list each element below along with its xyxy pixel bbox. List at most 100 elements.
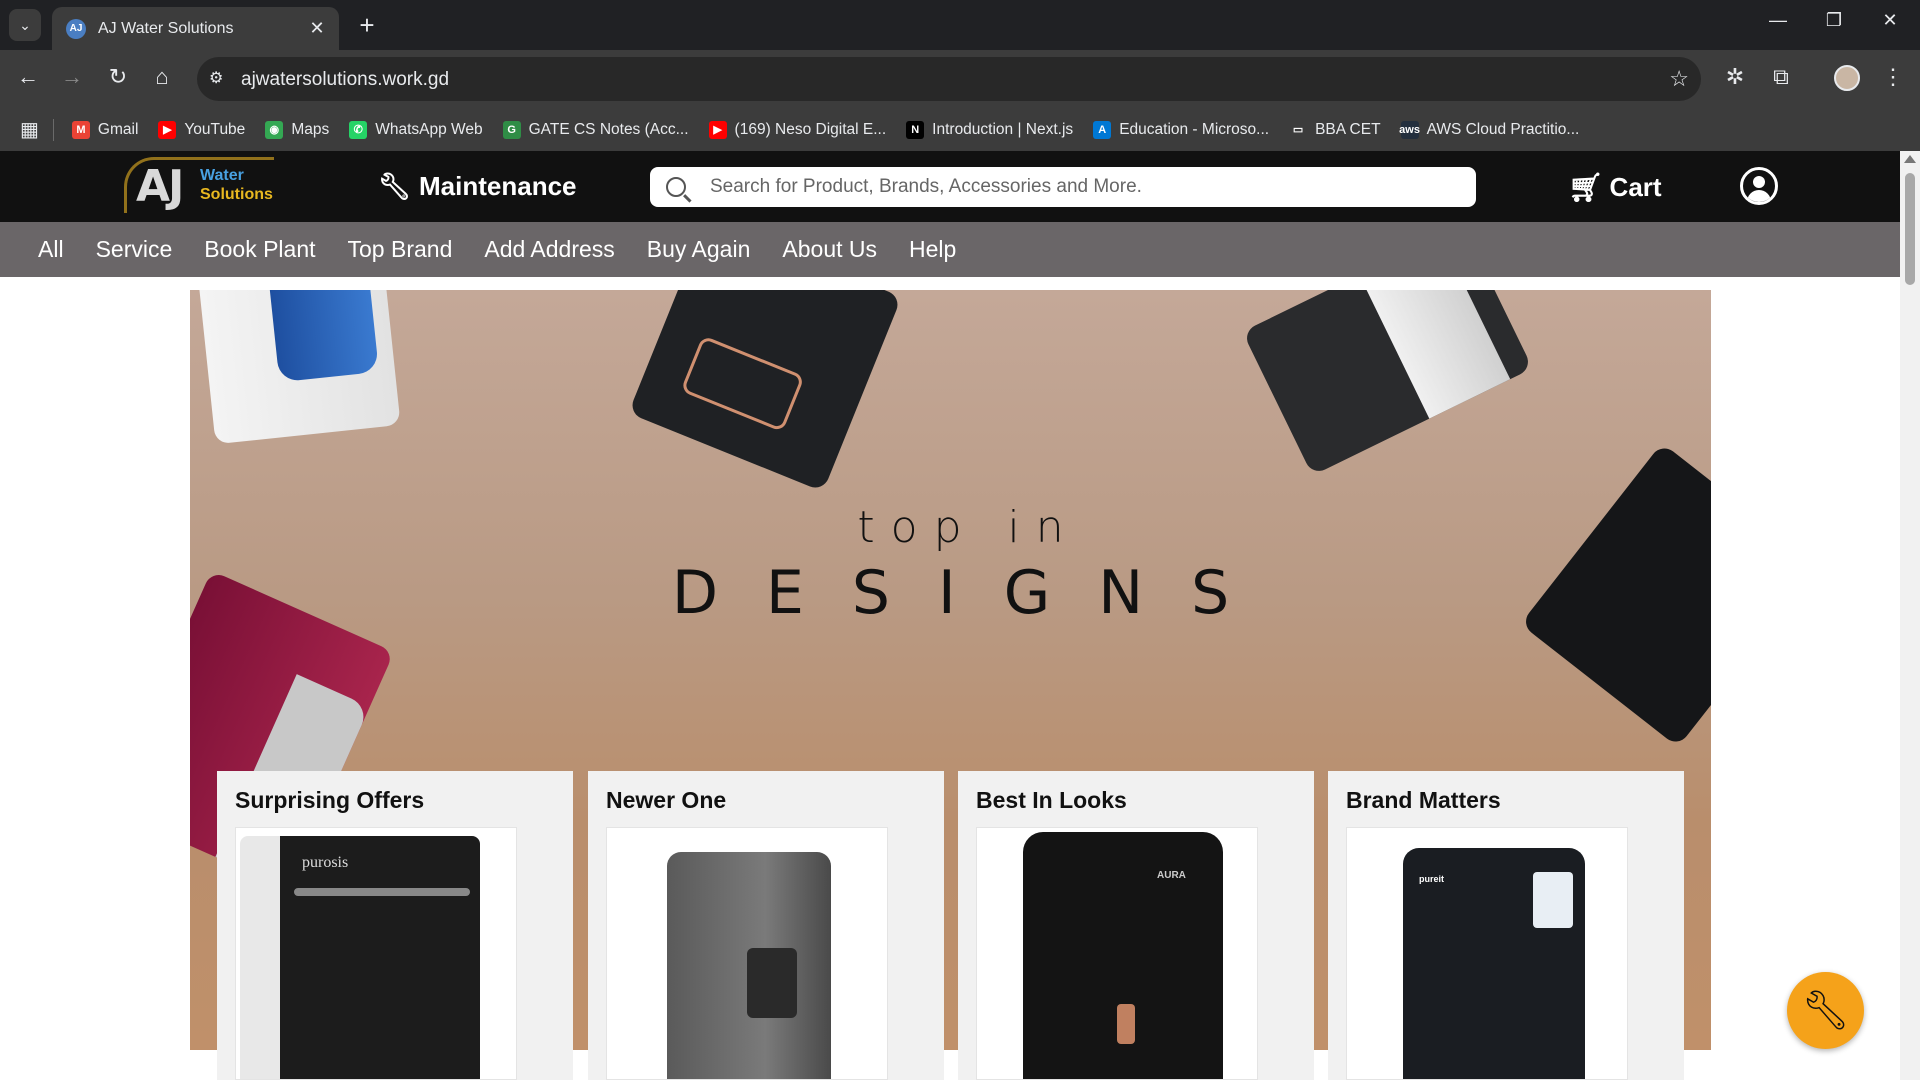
nav-buy-again[interactable]: Buy Again <box>647 236 751 263</box>
bookmark-label: Maps <box>291 120 330 138</box>
search-icon[interactable] <box>666 177 686 197</box>
tab-title: AJ Water Solutions <box>98 19 234 37</box>
bookmark-item[interactable]: aws AWS Cloud Practitio... <box>1399 120 1580 139</box>
card-brand-matters[interactable]: Brand Matters pureit <box>1328 771 1684 1080</box>
product-brand-text: AURA <box>1157 870 1186 881</box>
extension-icon[interactable]: ✲ <box>1720 64 1750 90</box>
back-icon[interactable]: ← <box>13 64 43 90</box>
restore-icon[interactable]: ❐ <box>1814 10 1854 31</box>
scroll-thumb[interactable] <box>1905 173 1915 285</box>
bookmark-label: Introduction | Next.js <box>932 120 1074 138</box>
page-scrollbar[interactable] <box>1900 151 1920 1080</box>
bookmark-item[interactable]: ▶ (169) Neso Digital E... <box>708 120 887 139</box>
minimize-icon[interactable]: — <box>1758 10 1798 31</box>
bookmark-favicon-icon: ◉ <box>265 120 284 139</box>
account-head <box>1753 176 1765 188</box>
bookmark-item[interactable]: N Introduction | Next.js <box>906 120 1074 139</box>
scroll-up-icon[interactable] <box>1904 155 1916 163</box>
product-brand-text: pureit <box>1419 874 1445 884</box>
bookmark-favicon-icon: G <box>502 120 521 139</box>
bookmark-label: GATE CS Notes (Acc... <box>528 120 689 138</box>
card-title: Surprising Offers <box>235 787 425 813</box>
wrench-icon: 🔧︎ <box>1801 989 1850 1032</box>
bookmark-favicon-icon: N <box>906 120 925 139</box>
card-product-image[interactable]: purosis <box>235 827 517 1080</box>
new-tab-button[interactable]: + <box>352 10 382 40</box>
cart-button[interactable]: 🛒︎ Cart <box>1568 171 1662 204</box>
card-newer-one[interactable]: Newer One <box>588 771 944 1080</box>
card-title: Brand Matters <box>1346 787 1501 813</box>
browser-tab[interactable]: AJ AJ Water Solutions ✕ <box>52 7 339 50</box>
bookmark-item[interactable]: ▶ YouTube <box>158 120 246 139</box>
hero-product-image <box>628 290 902 492</box>
nav-service[interactable]: Service <box>96 236 173 263</box>
bookmark-item[interactable]: M Gmail <box>71 120 138 139</box>
logo-aj-text: AJ <box>136 161 184 212</box>
bookmark-item[interactable]: ✆ WhatsApp Web <box>349 120 483 139</box>
hero-title-line2: DESIGNS <box>671 558 1278 628</box>
extensions-puzzle-icon[interactable]: ⧉ <box>1766 64 1796 90</box>
bookmark-label: WhatsApp Web <box>375 120 483 138</box>
bookmark-item[interactable]: ◉ Maps <box>265 120 330 139</box>
card-product-image[interactable]: pureit <box>1346 827 1628 1080</box>
reload-icon[interactable]: ↻ <box>103 64 133 90</box>
card-surprising-offers[interactable]: Surprising Offers purosis <box>217 771 573 1080</box>
nav-book-plant[interactable]: Book Plant <box>204 236 315 263</box>
bookmark-item[interactable]: ▭ BBA CET <box>1289 120 1381 139</box>
bookmark-label: BBA CET <box>1315 120 1381 138</box>
browser-toolbar: ← → ↻ ⌂ ⚙ ajwatersolutions.work.gd ☆ ✲ ⧉… <box>0 50 1920 108</box>
site-info-icon[interactable]: ⚙ <box>209 68 223 88</box>
nav-about-us[interactable]: About Us <box>782 236 877 263</box>
card-title: Newer One <box>606 787 727 813</box>
bookmarks-divider <box>52 118 54 141</box>
bookmark-label: YouTube <box>184 120 246 138</box>
bookmark-favicon-icon: ▶ <box>708 120 727 139</box>
card-best-in-looks[interactable]: Best In Looks AURA <box>958 771 1314 1080</box>
wrench-icon: 🔧︎ <box>378 171 412 201</box>
site-header: AJ Water Solutions 🔧︎ Maintenance 🛒︎ Car… <box>0 151 1900 222</box>
bookmark-favicon-icon: M <box>71 120 90 139</box>
tab-close-icon[interactable]: ✕ <box>303 18 331 39</box>
search-bar[interactable] <box>650 167 1476 207</box>
hero-product-image <box>1242 290 1533 476</box>
tab-search-button[interactable]: ⌄ <box>9 9 41 41</box>
hero-product-image <box>197 290 401 445</box>
browser-tabbar: ⌄ AJ AJ Water Solutions ✕ + — ❐ ✕ <box>0 0 1920 50</box>
nav-top-brand[interactable]: Top Brand <box>348 236 453 263</box>
card-product-image[interactable] <box>606 827 888 1080</box>
card-product-image[interactable]: AURA <box>976 827 1258 1080</box>
bookmark-item[interactable]: A Education - Microso... <box>1093 120 1270 139</box>
url-text: ajwatersolutions.work.gd <box>241 69 450 90</box>
bookmark-star-icon[interactable]: ☆ <box>1669 66 1689 92</box>
menu-kebab-icon[interactable]: ⋮ <box>1878 64 1908 90</box>
site-favicon-icon: AJ <box>66 18 86 39</box>
nav-add-address[interactable]: Add Address <box>484 236 614 263</box>
account-icon[interactable] <box>1740 167 1778 205</box>
home-icon[interactable]: ⌂ <box>147 64 177 90</box>
account-body <box>1747 190 1771 202</box>
maintenance-fab[interactable]: 🔧︎ <box>1787 972 1864 1049</box>
bookmark-favicon-icon: ▶ <box>158 120 177 139</box>
bookmark-label: Education - Microso... <box>1119 120 1270 138</box>
product-brand-text: purosis <box>302 854 349 871</box>
bookmarks-bar: ▦ M Gmail ▶ YouTube ◉ Maps ✆ WhatsApp Web G GATE … <box>0 108 1920 151</box>
bookmark-favicon-icon: ▭ <box>1289 120 1308 139</box>
bookmark-favicon-icon: ✆ <box>349 120 368 139</box>
nav-all[interactable]: All <box>38 236 64 263</box>
logo-solutions-text: Solutions <box>200 186 273 203</box>
site-logo[interactable]: AJ Water Solutions <box>124 157 274 213</box>
close-window-icon[interactable]: ✕ <box>1870 10 1910 31</box>
maintenance-link[interactable]: 🔧︎ Maintenance <box>378 171 577 202</box>
cart-label: Cart <box>1609 172 1662 202</box>
profile-avatar[interactable] <box>1834 65 1860 91</box>
card-title: Best In Looks <box>976 787 1127 813</box>
bookmark-label: AWS Cloud Practitio... <box>1426 120 1580 138</box>
search-input[interactable] <box>710 176 1450 198</box>
apps-grid-icon[interactable]: ▦ <box>20 117 39 142</box>
bookmark-item[interactable]: G GATE CS Notes (Acc... <box>502 120 689 139</box>
bookmark-label: (169) Neso Digital E... <box>734 120 887 138</box>
bookmark-favicon-icon: A <box>1093 120 1112 139</box>
nav-help[interactable]: Help <box>909 236 956 263</box>
address-bar[interactable]: ⚙ ajwatersolutions.work.gd ☆ <box>197 57 1701 101</box>
forward-icon[interactable]: → <box>57 64 87 90</box>
